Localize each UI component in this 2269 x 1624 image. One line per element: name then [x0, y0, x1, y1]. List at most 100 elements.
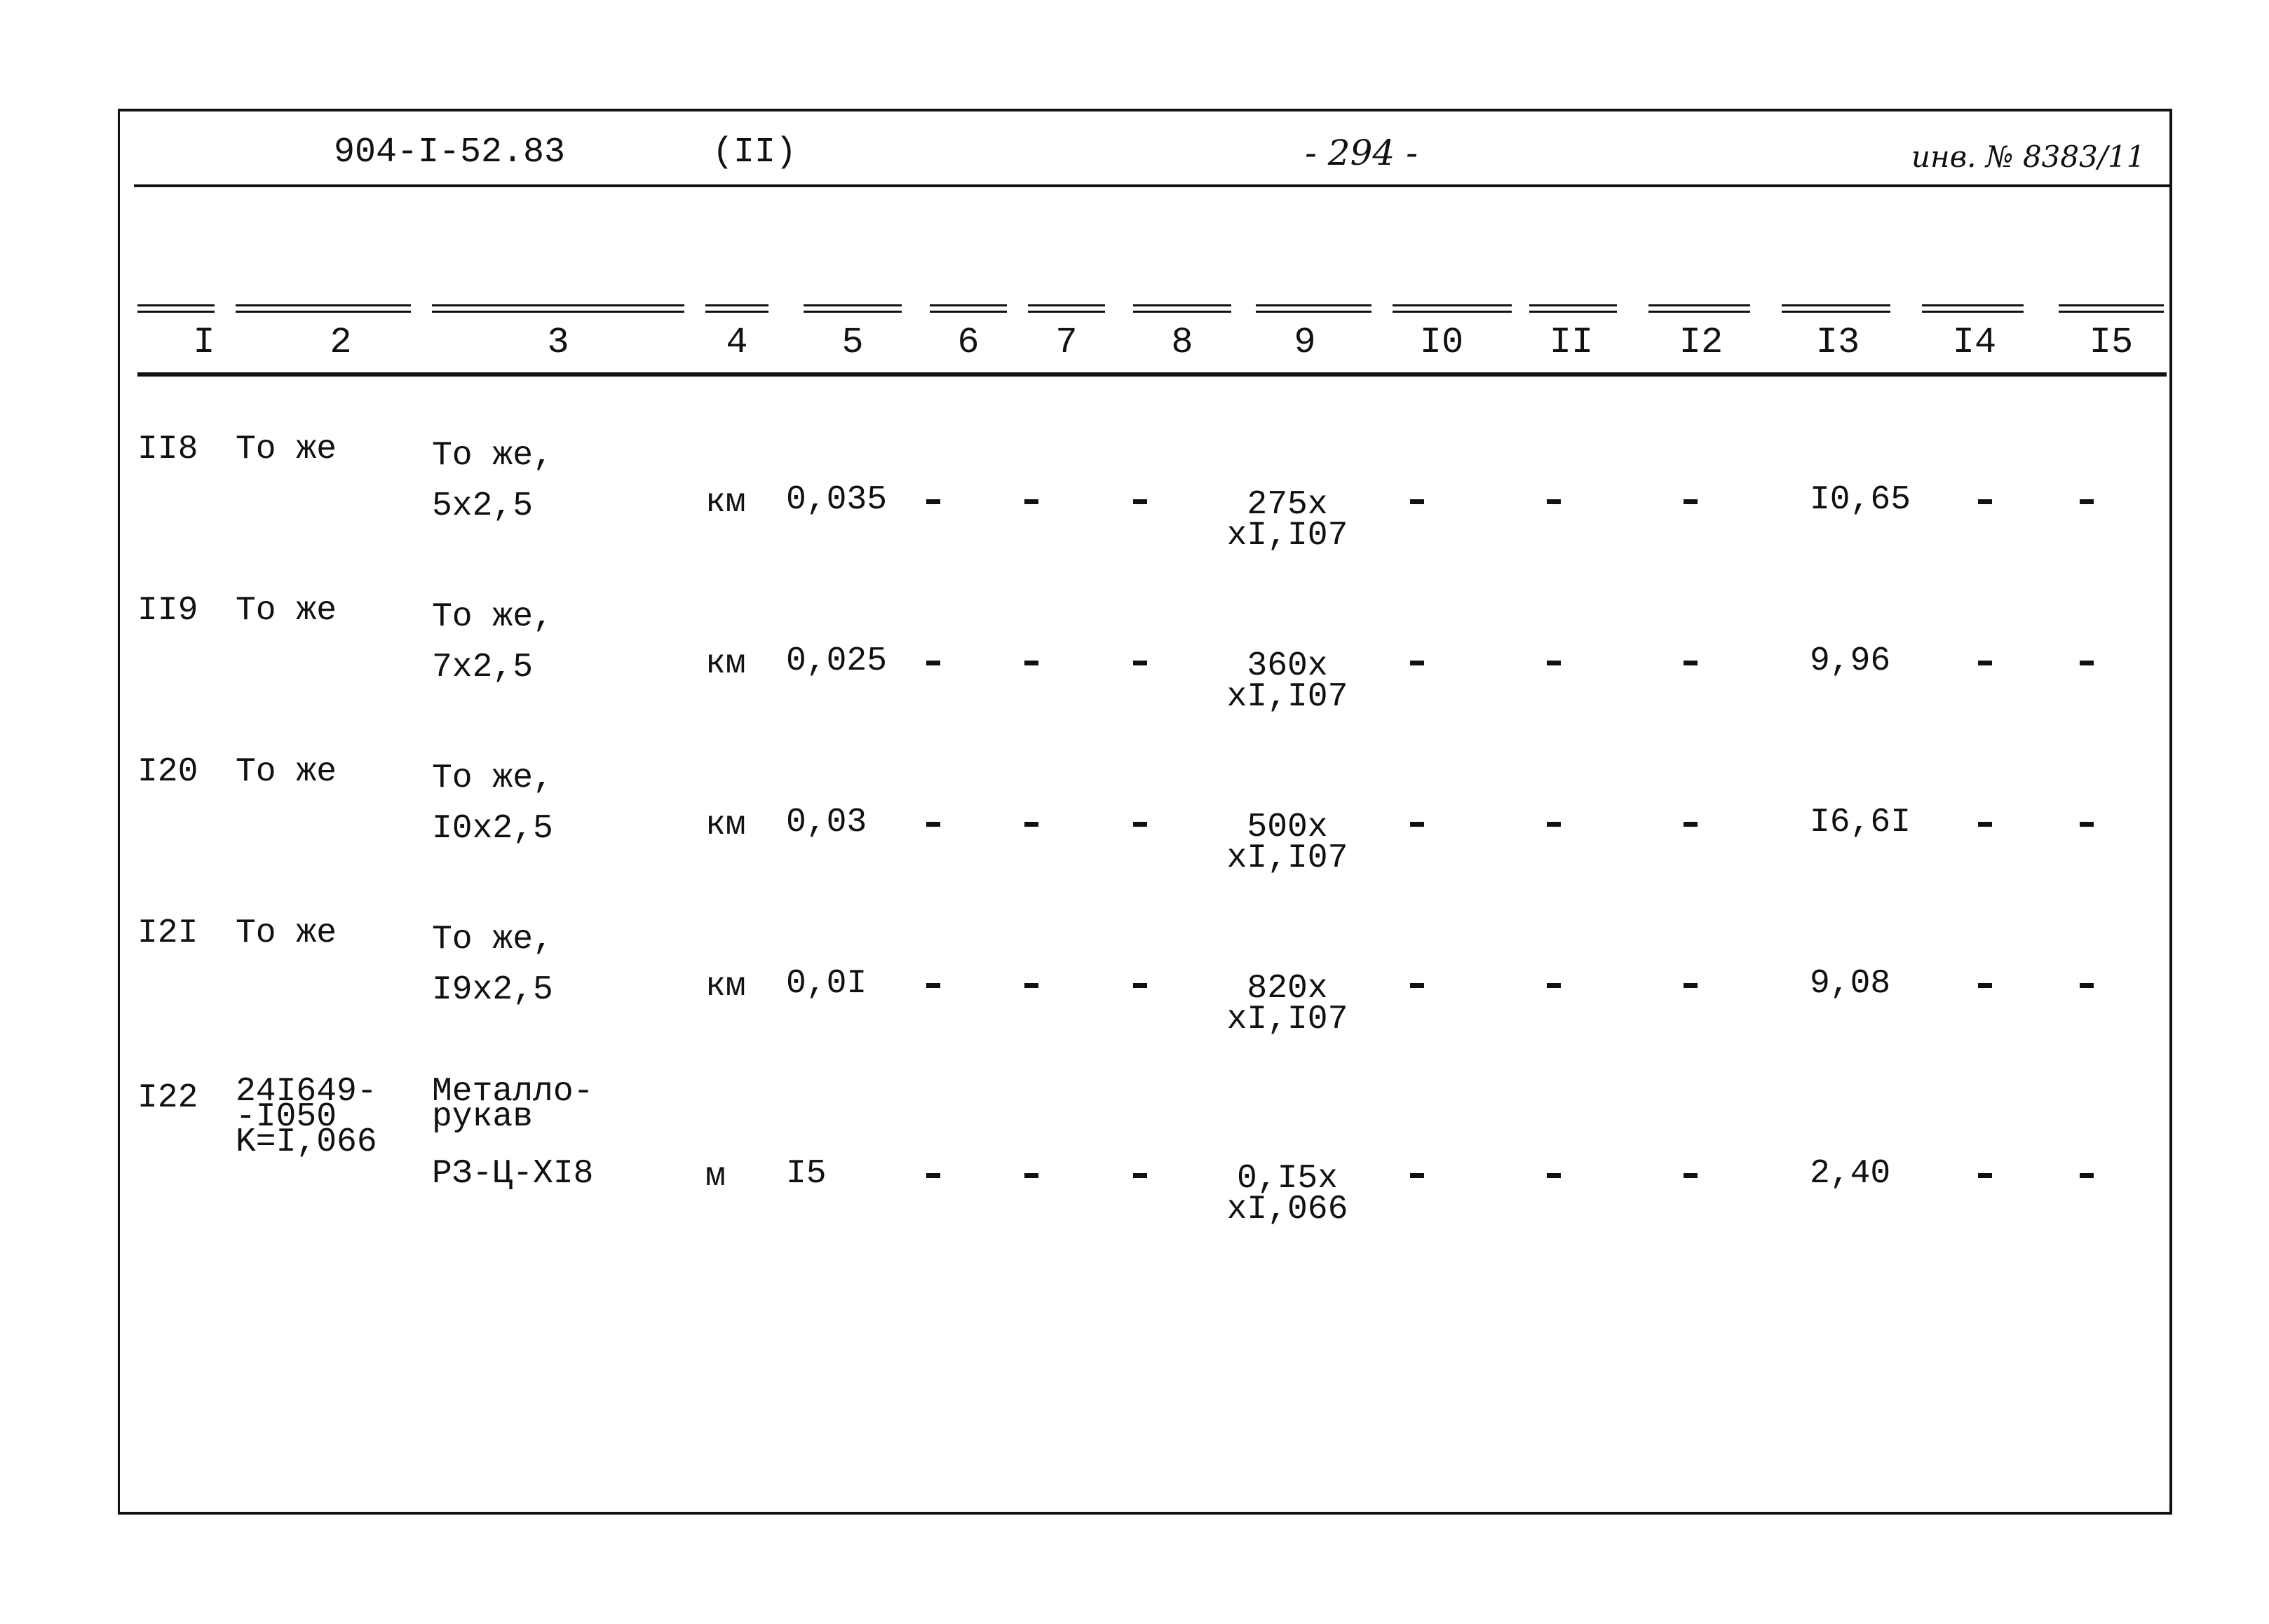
- empty-dash: [1024, 822, 1038, 827]
- coefficient-value: 275x xI,I07: [1217, 486, 1357, 553]
- empty-dash: [1024, 983, 1038, 988]
- item-name: Металло- рукав: [432, 1073, 594, 1136]
- empty-dash: [2080, 1173, 2094, 1178]
- item-number: II8: [137, 431, 198, 468]
- empty-dash: [1133, 1173, 1147, 1178]
- unit: м: [705, 1158, 726, 1196]
- empty-dash: [1547, 661, 1561, 665]
- column-rule: [1529, 304, 1617, 313]
- unit: км: [705, 806, 746, 844]
- column-rule: [236, 304, 411, 313]
- column-number: 5: [841, 322, 864, 363]
- column-rule: [1648, 304, 1750, 313]
- empty-dash: [2080, 822, 2094, 827]
- column-number: I4: [1952, 322, 1997, 363]
- coefficient-line: xI,I07: [1226, 839, 1348, 877]
- column-rule: [1393, 304, 1512, 313]
- empty-dash: [1410, 661, 1424, 665]
- coefficient-line: xI,066: [1226, 1191, 1348, 1229]
- empty-dash: [1978, 661, 1992, 665]
- empty-dash: [1410, 1173, 1424, 1178]
- column-number: II: [1549, 322, 1594, 363]
- empty-dash: [926, 661, 940, 665]
- empty-dash: [1133, 661, 1147, 665]
- empty-dash: [2080, 499, 2094, 504]
- empty-dash: [1024, 1173, 1038, 1178]
- column-number: I0: [1419, 322, 1464, 363]
- column-number: 4: [726, 322, 748, 363]
- column-rule: [1256, 304, 1371, 313]
- empty-dash: [1547, 983, 1561, 988]
- item-name-line: РЗ-Ц-XI8: [432, 1155, 594, 1193]
- price-code: То же: [236, 753, 337, 791]
- document-header: 904-I-52.83 (II) - 294 - инв. № 8383/11: [120, 111, 2169, 184]
- inventory-number: инв. № 8383/11: [1911, 140, 2146, 174]
- total-value: 2,40: [1810, 1155, 1891, 1193]
- coefficient-line: 0,I5x: [1236, 1160, 1339, 1198]
- empty-dash: [1547, 499, 1561, 504]
- column-rule: [1782, 304, 1890, 313]
- column-number: 3: [547, 322, 569, 363]
- empty-dash: [926, 983, 940, 988]
- column-rule: [432, 304, 684, 313]
- column-rule: [804, 304, 902, 313]
- coefficient-line: 820x: [1247, 970, 1328, 1008]
- column-number: 8: [1171, 322, 1193, 363]
- table-row: II9 То же То же, 7x2,5 км 0,025 360x xI,I07 9,9…: [120, 592, 2169, 753]
- column-rule: [930, 304, 1007, 313]
- table-row: II8 То же То же, 5x2,5 км 0,035 275x xI,I07 I0,…: [120, 431, 2169, 592]
- total-value: 9,96: [1810, 642, 1891, 680]
- empty-dash: [1684, 822, 1698, 827]
- empty-dash: [1024, 661, 1038, 665]
- price-code: То же: [236, 914, 337, 952]
- column-number: I2: [1679, 322, 1723, 363]
- coefficient-value: 500x xI,I07: [1217, 811, 1357, 877]
- empty-dash: [1410, 822, 1424, 827]
- empty-dash: [1684, 983, 1698, 988]
- empty-dash: [926, 822, 940, 827]
- price-code: То же: [236, 431, 337, 468]
- sheet-number: (II): [712, 133, 797, 172]
- empty-dash: [1133, 983, 1147, 988]
- empty-dash: [926, 499, 940, 504]
- item-name: То же, I9x2,5: [432, 921, 553, 1009]
- unit: км: [705, 484, 746, 522]
- empty-dash: [1547, 1173, 1561, 1178]
- total-value: I0,65: [1810, 481, 1911, 519]
- column-number: I5: [2089, 322, 2134, 363]
- coefficient-line: 275x: [1247, 486, 1328, 524]
- page-number: - 294 -: [1305, 133, 1418, 173]
- item-name: То же, 7x2,5: [432, 598, 553, 686]
- header-divider: [134, 184, 2169, 187]
- empty-dash: [1024, 499, 1038, 504]
- empty-dash: [1978, 983, 1992, 988]
- item-name: То же, I0x2,5: [432, 759, 553, 848]
- quantity: 0,0I: [786, 965, 867, 1003]
- unit: км: [705, 968, 746, 1006]
- quantity: I5: [786, 1155, 827, 1193]
- column-number: I: [193, 322, 215, 363]
- empty-dash: [1684, 499, 1698, 504]
- empty-dash: [1978, 499, 1992, 504]
- column-header-divider: [137, 372, 2167, 377]
- empty-dash: [1684, 1173, 1698, 1178]
- quantity: 0,025: [786, 642, 888, 680]
- column-header-row: I 2 3 4 5 6 7 8 9 I0 II I2 I3 I4 I5: [137, 304, 2167, 381]
- quantity: 0,035: [786, 481, 888, 519]
- total-value: I6,6I: [1810, 804, 1911, 841]
- empty-dash: [2080, 661, 2094, 665]
- column-number: 9: [1294, 322, 1316, 363]
- empty-dash: [1978, 822, 1992, 827]
- column-rule: [2059, 304, 2164, 313]
- column-rule: [1028, 304, 1105, 313]
- table-row: I22 24I649- -I050 K=I,066 РЗ-Ц-XI8 Металло-…: [120, 1073, 2169, 1240]
- empty-dash: [2080, 983, 2094, 988]
- price-code: То же: [236, 592, 337, 630]
- table-row: I2I То же То же, I9x2,5 км 0,0I 820x xI,I07 9,0…: [120, 914, 2169, 1076]
- column-number: 2: [330, 322, 352, 363]
- coefficient-value: 820x xI,I07: [1217, 970, 1357, 1036]
- column-rule: [1922, 304, 2024, 313]
- coefficient-value: 360x xI,I07: [1217, 649, 1357, 714]
- column-number: I3: [1815, 322, 1860, 363]
- empty-dash: [1133, 499, 1147, 504]
